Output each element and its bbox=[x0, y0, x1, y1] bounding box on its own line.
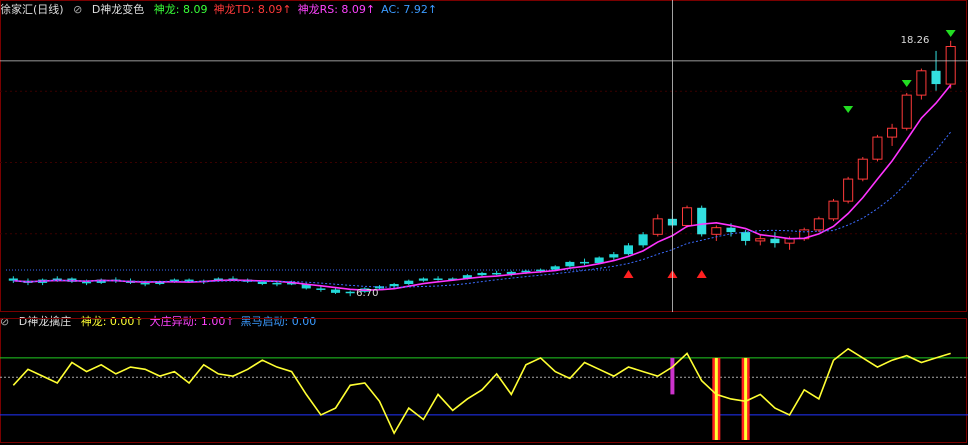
oscillator-line bbox=[12, 347, 951, 435]
candle-body-29 bbox=[433, 278, 443, 280]
oscillator-chart[interactable] bbox=[0, 318, 968, 443]
candle-body-37 bbox=[550, 266, 560, 270]
buy-signal-marker-2 bbox=[696, 270, 707, 278]
ma-line-long bbox=[13, 131, 952, 288]
signal-bar-core-0 bbox=[714, 357, 718, 440]
magenta-bar bbox=[670, 357, 675, 395]
candle-body-62 bbox=[916, 70, 927, 96]
buy-signal-marker-0 bbox=[623, 270, 634, 278]
sell-signal-marker-1 bbox=[901, 80, 912, 87]
ma-line-short bbox=[13, 84, 952, 291]
candle-body-47 bbox=[697, 207, 707, 235]
candle-body-61 bbox=[901, 94, 912, 129]
price-low-label: 6.70 bbox=[356, 288, 379, 300]
candle-body-38 bbox=[565, 261, 575, 267]
candle-body-58 bbox=[857, 158, 868, 180]
candle-body-5 bbox=[82, 281, 92, 284]
candle-body-59 bbox=[872, 136, 883, 160]
candle-body-9 bbox=[140, 282, 150, 285]
candle-body-56 bbox=[828, 200, 839, 220]
candle-body-26 bbox=[389, 284, 399, 287]
stock-chart-window: { "main_header": { "stock": "徐家汇(日线)", "… bbox=[0, 0, 968, 445]
candle-body-33 bbox=[492, 272, 502, 275]
candle-body-27 bbox=[404, 280, 414, 285]
candle-body-44 bbox=[652, 218, 663, 235]
candle-body-23 bbox=[345, 291, 355, 294]
candle-body-39 bbox=[579, 261, 590, 264]
signal-bar-core-1 bbox=[744, 357, 748, 440]
candle-body-46 bbox=[682, 207, 693, 226]
sell-signal-marker-2 bbox=[945, 30, 956, 37]
candle-body-57 bbox=[843, 178, 854, 202]
candle-body-49 bbox=[726, 227, 736, 233]
candle-body-43 bbox=[638, 234, 648, 246]
candle-body-21 bbox=[316, 288, 326, 290]
candle-body-52 bbox=[770, 238, 780, 244]
candle-body-63 bbox=[931, 70, 941, 85]
sub-chart-frame bbox=[0, 318, 967, 443]
candle-body-40 bbox=[594, 257, 604, 264]
price-chart[interactable] bbox=[0, 0, 968, 312]
main-chart-frame bbox=[0, 0, 967, 312]
price-high-label: 18.26 bbox=[900, 34, 930, 46]
candle-body-50 bbox=[741, 232, 751, 241]
candle-body-41 bbox=[609, 254, 619, 258]
candle-body-17 bbox=[257, 281, 267, 285]
candle-body-18 bbox=[272, 282, 282, 285]
candle-body-28 bbox=[418, 278, 428, 281]
candle-body-55 bbox=[813, 218, 824, 231]
candle-body-32 bbox=[477, 272, 487, 276]
candle-body-48 bbox=[711, 227, 722, 235]
candle-body-51 bbox=[755, 238, 766, 242]
candle-body-60 bbox=[887, 127, 898, 138]
candle-body-64 bbox=[945, 46, 956, 85]
candle-body-42 bbox=[623, 245, 634, 255]
sell-signal-marker-0 bbox=[843, 106, 854, 113]
candle-body-22 bbox=[330, 289, 341, 293]
